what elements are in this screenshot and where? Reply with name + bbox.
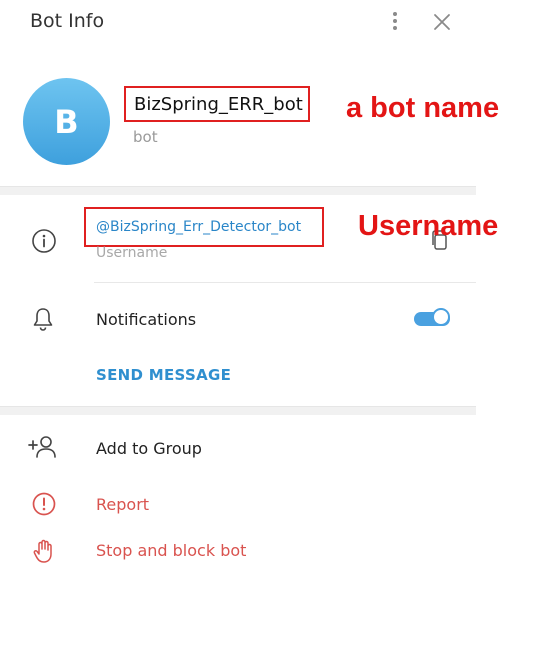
- avatar[interactable]: B: [23, 78, 110, 165]
- hand-stop-icon: [33, 539, 52, 563]
- bot-subtitle: bot: [133, 128, 158, 146]
- more-vertical-icon[interactable]: [388, 10, 402, 34]
- bell-icon: [33, 308, 53, 331]
- row-divider: [94, 282, 476, 283]
- add-to-group-button[interactable]: Add to Group: [96, 439, 202, 458]
- stop-block-button[interactable]: Stop and block bot: [96, 541, 246, 560]
- bot-name: BizSpring_ERR_bot: [124, 86, 310, 122]
- add-user-icon: [28, 436, 56, 458]
- username-annotation: Username: [358, 210, 499, 242]
- section-divider: [0, 406, 476, 415]
- close-icon[interactable]: [430, 10, 454, 34]
- bot-name-annotation: a bot name: [346, 92, 500, 124]
- toggle-knob: [432, 308, 450, 326]
- notifications-toggle[interactable]: [414, 307, 452, 329]
- username-value[interactable]: @BizSpring_Err_Detector_bot: [84, 207, 324, 247]
- report-icon: [32, 492, 56, 516]
- page-title: Bot Info: [30, 10, 105, 32]
- report-button[interactable]: Report: [96, 495, 149, 514]
- notifications-label: Notifications: [96, 310, 197, 329]
- info-icon: [32, 229, 56, 253]
- send-message-button[interactable]: SEND MESSAGE: [96, 366, 231, 384]
- section-divider: [0, 186, 476, 195]
- username-label: Username: [96, 245, 168, 261]
